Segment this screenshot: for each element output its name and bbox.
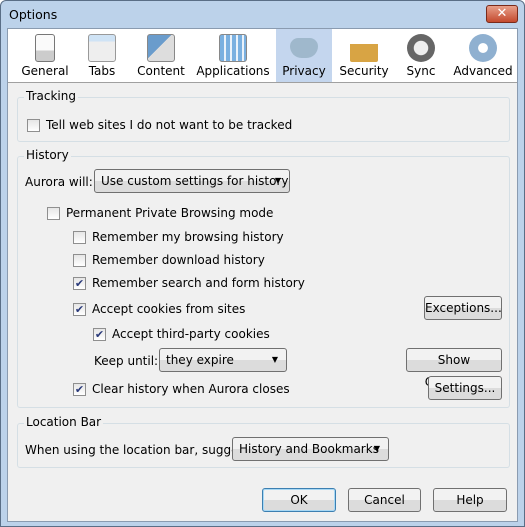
tab-label: Privacy <box>282 64 326 78</box>
browsing-checkbox[interactable] <box>73 231 86 244</box>
dropdown-value: they expire <box>166 353 234 367</box>
ok-button[interactable]: OK <box>262 488 336 512</box>
keep-until-dropdown[interactable]: they expire ▼ <box>159 348 287 372</box>
group-title: Location Bar <box>24 415 104 429</box>
cookies-label: Accept cookies from sites <box>92 302 246 316</box>
dropdown-value: History and Bookmarks <box>239 442 379 456</box>
chevron-down-icon: ▼ <box>373 444 380 453</box>
search-checkbox[interactable]: ✔ <box>73 277 86 290</box>
thirdparty-label: Accept third-party cookies <box>112 327 270 341</box>
settings-button[interactable]: Settings... <box>428 376 502 400</box>
dnt-label: Tell web sites I do not want to be track… <box>46 118 293 132</box>
client-area: General Tabs Content Applications Privac… <box>7 28 518 522</box>
history-group: History Aurora will: Use custom settings… <box>17 148 510 408</box>
history-mode-dropdown[interactable]: Use custom settings for history ▼ <box>94 169 290 193</box>
suggest-dropdown[interactable]: History and Bookmarks ▼ <box>232 437 389 461</box>
close-button[interactable]: ✕ <box>486 5 518 23</box>
cookies-checkbox[interactable]: ✔ <box>73 303 86 316</box>
exceptions-button[interactable]: Exceptions... <box>424 296 502 320</box>
group-title: History <box>24 148 71 162</box>
dropdown-value: Use custom settings for history <box>101 174 289 188</box>
thirdparty-checkbox[interactable]: ✔ <box>93 328 106 341</box>
tab-label: General <box>21 64 69 78</box>
mask-icon <box>290 38 318 58</box>
tab-label: Applications <box>196 64 270 78</box>
tab-advanced[interactable]: Advanced <box>450 29 516 82</box>
tracking-group: Tracking Tell web sites I do not want to… <box>17 89 510 142</box>
tab-security[interactable]: Security <box>334 29 394 82</box>
tab-label: Sync <box>406 64 436 78</box>
dnt-checkbox[interactable] <box>27 119 40 132</box>
private-checkbox[interactable] <box>47 207 60 220</box>
group-title: Tracking <box>24 89 78 103</box>
tab-label: Security <box>339 64 389 78</box>
tab-label: Content <box>137 64 185 78</box>
help-button[interactable]: Help <box>433 488 507 512</box>
search-label: Remember search and form history <box>92 276 305 290</box>
pane-toolbar: General Tabs Content Applications Privac… <box>8 29 517 83</box>
show-cookies-button[interactable]: Show Cookies... <box>406 348 502 389</box>
clear-checkbox[interactable]: ✔ <box>73 383 86 396</box>
private-label: Permanent Private Browsing mode <box>66 206 274 220</box>
options-window: Options ✕ General Tabs Content Applicati… <box>0 0 525 527</box>
will-label: Aurora will: <box>25 175 93 189</box>
sync-icon <box>407 34 435 62</box>
download-label: Remember download history <box>92 253 265 267</box>
tab-label: Advanced <box>453 64 513 78</box>
clear-label: Clear history when Aurora closes <box>92 382 290 396</box>
tab-privacy[interactable]: Privacy <box>276 29 332 82</box>
tab-general[interactable]: General <box>16 29 74 82</box>
location-bar-group: Location Bar When using the location bar… <box>17 415 510 468</box>
padlock-icon <box>350 34 378 62</box>
download-checkbox[interactable] <box>73 254 86 267</box>
tab-applications[interactable]: Applications <box>192 29 274 82</box>
tab-content[interactable]: Content <box>130 29 192 82</box>
suggest-label: When using the location bar, suggest: <box>25 443 254 457</box>
content-icon <box>147 34 175 62</box>
folder-icon <box>88 34 116 62</box>
chevron-down-icon: ▼ <box>274 176 281 185</box>
applications-icon <box>219 34 247 62</box>
gear-icon <box>469 34 497 62</box>
cancel-button[interactable]: Cancel <box>348 488 421 512</box>
browsing-label: Remember my browsing history <box>92 230 284 244</box>
close-icon: ✕ <box>496 6 508 21</box>
switch-icon <box>35 34 55 62</box>
tab-sync[interactable]: Sync <box>396 29 446 82</box>
window-title: Options <box>9 7 58 22</box>
keep-label: Keep until: <box>94 354 159 368</box>
chevron-down-icon: ▼ <box>271 355 278 364</box>
tab-tabs[interactable]: Tabs <box>74 29 130 82</box>
tab-label: Tabs <box>88 64 116 78</box>
